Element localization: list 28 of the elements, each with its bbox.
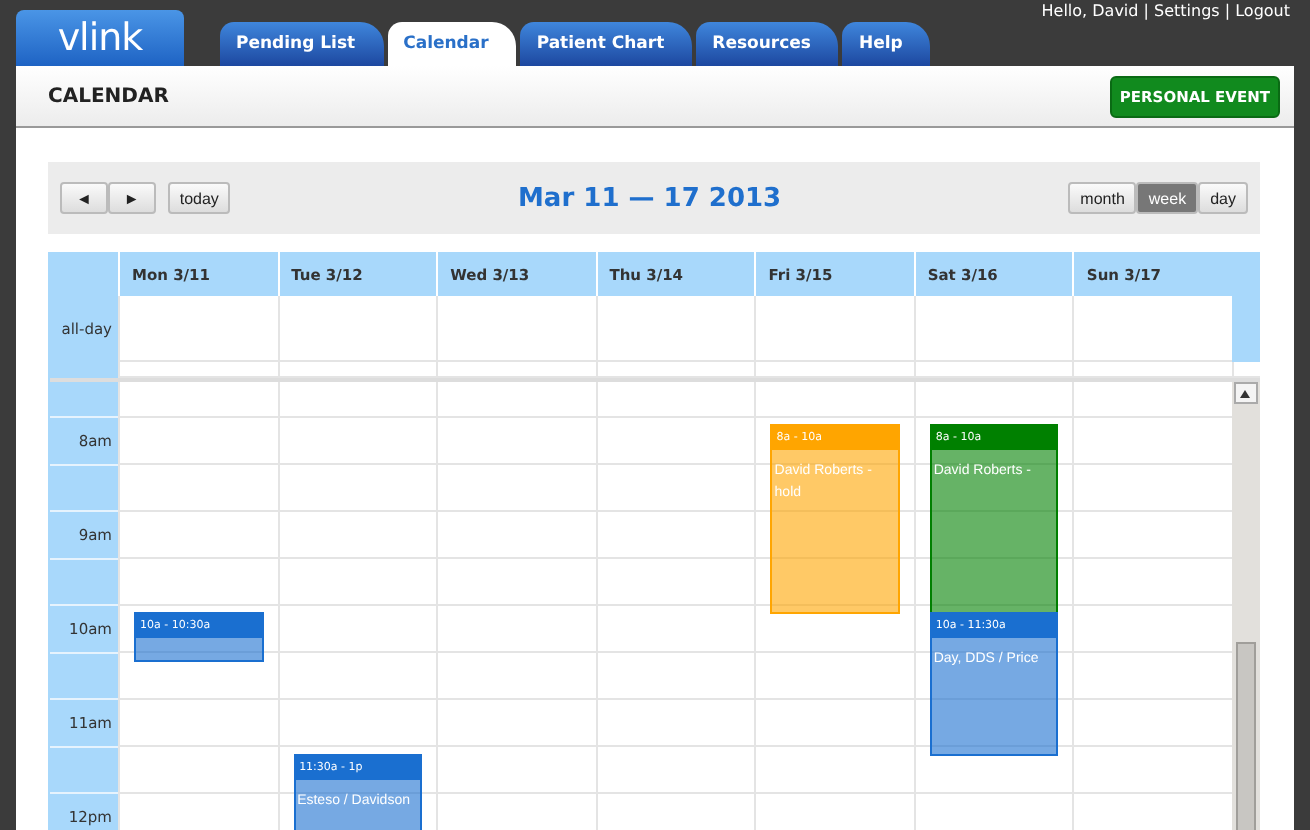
nav-tab[interactable]: Calendar [387,22,517,66]
day-column[interactable] [595,382,755,830]
view-button[interactable]: month [1068,182,1137,214]
previous-button[interactable]: ◄ [60,182,108,214]
scroll-up-icon[interactable] [1233,382,1258,404]
page-title: CALENDAR [48,85,169,107]
scroll-thumb[interactable] [1235,642,1256,830]
nav-tab[interactable]: Resources [696,22,839,66]
all-day-cell[interactable] [436,296,596,362]
side-cell [1231,296,1260,362]
day-column[interactable] [436,382,596,830]
today-button[interactable]: today [167,182,231,214]
nav-tab[interactable]: Help [842,22,931,66]
view-button[interactable]: day [1198,182,1248,214]
all-day-cell[interactable] [1072,296,1232,362]
all-day-cell[interactable] [118,296,278,362]
next-button[interactable]: ► [107,182,156,214]
all-day-cell[interactable] [595,296,755,362]
all-day-cell[interactable] [277,296,437,362]
date-range: Mar 11 — 17 2013 [518,183,782,213]
nav-tab[interactable]: Patient Chart [520,22,693,66]
all-day-cell[interactable] [754,296,914,362]
view-button[interactable]: week [1136,182,1199,214]
vlink-logo[interactable]: vlink [16,10,184,66]
user-links[interactable]: Hello, David | Settings | Logout [1041,2,1290,20]
scrollbar[interactable] [1231,382,1260,830]
all-day-cell[interactable] [913,296,1073,362]
nav-tab[interactable]: Pending List [220,22,384,66]
